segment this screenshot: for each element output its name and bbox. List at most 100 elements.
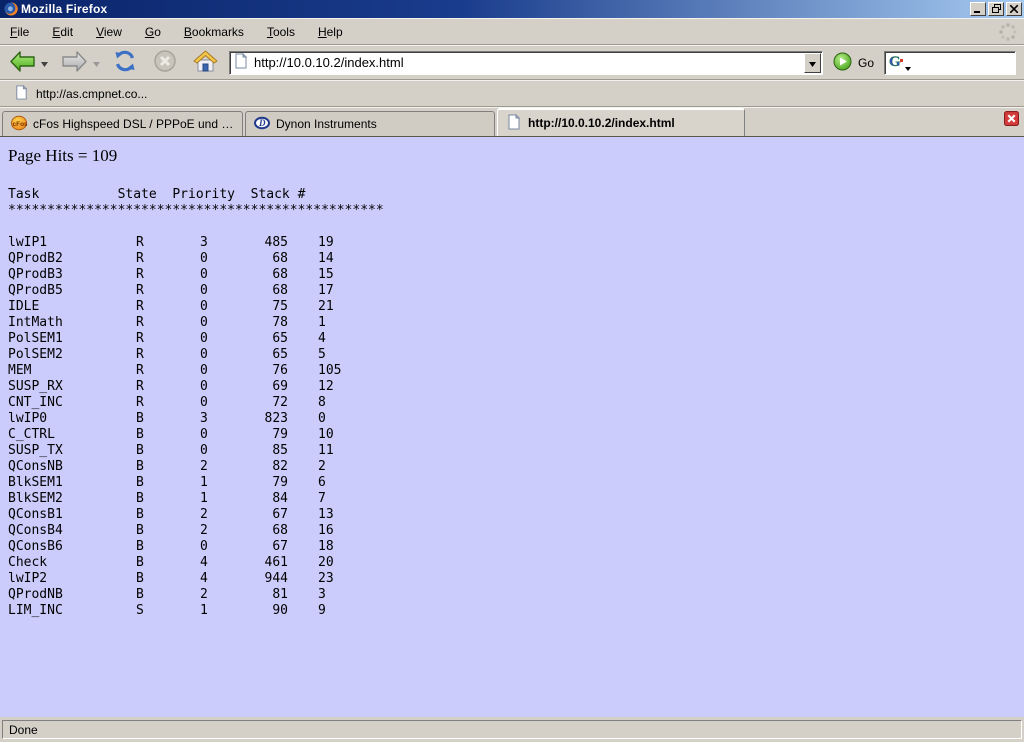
- page-content: Page Hits = 109 Task State Priority Stac…: [0, 137, 1024, 717]
- cell-state: B: [136, 427, 200, 443]
- cell-task: PolSEM1: [8, 331, 136, 347]
- cell-state: R: [136, 315, 200, 331]
- cell-state: R: [136, 331, 200, 347]
- menu-go[interactable]: Go: [143, 22, 163, 42]
- go-button[interactable]: Go: [833, 52, 874, 74]
- cell-priority: 0: [200, 539, 232, 555]
- menu-help[interactable]: Help: [316, 22, 345, 42]
- cell-stack: 72: [232, 395, 288, 411]
- menu-file[interactable]: File: [8, 22, 31, 42]
- table-row: CheckB446120: [8, 555, 1024, 571]
- cell-num: 2: [288, 459, 1024, 475]
- cell-priority: 0: [200, 331, 232, 347]
- cell-state: R: [136, 299, 200, 315]
- cell-state: B: [136, 555, 200, 571]
- cell-priority: 0: [200, 347, 232, 363]
- table-row: QProdB5R06817: [8, 283, 1024, 299]
- title-bar: Mozilla Firefox: [0, 0, 1024, 18]
- cell-priority: 1: [200, 475, 232, 491]
- cell-task: lwIP1: [8, 235, 136, 251]
- cell-stack: 85: [232, 443, 288, 459]
- forward-dropdown[interactable]: [91, 51, 102, 75]
- close-button[interactable]: [1006, 2, 1022, 16]
- forward-button[interactable]: [58, 47, 91, 79]
- svg-text:D: D: [258, 118, 266, 128]
- cell-stack: 68: [232, 267, 288, 283]
- cell-state: R: [136, 395, 200, 411]
- menu-items: File Edit View Go Bookmarks Tools Help: [8, 22, 364, 42]
- url-input[interactable]: http://10.0.10.2/index.html: [254, 55, 804, 70]
- reload-button[interactable]: [110, 46, 140, 79]
- table-row: C_CTRLB07910: [8, 427, 1024, 443]
- cell-priority: 0: [200, 395, 232, 411]
- cell-num: 9: [288, 603, 1024, 619]
- minimize-button[interactable]: [970, 2, 986, 16]
- cell-state: B: [136, 587, 200, 603]
- table-row: BlkSEM1B1796: [8, 475, 1024, 491]
- cell-state: R: [136, 347, 200, 363]
- url-bar[interactable]: http://10.0.10.2/index.html: [229, 51, 823, 75]
- cell-num: 15: [288, 267, 1024, 283]
- menu-tools[interactable]: Tools: [265, 22, 297, 42]
- tab-label: Dynon Instruments: [276, 117, 377, 131]
- tab-1[interactable]: cFoscFos Highspeed DSL / PPPoE und ISDN …: [2, 111, 243, 136]
- tab-bar: cFoscFos Highspeed DSL / PPPoE und ISDN …: [0, 107, 1024, 137]
- tab-label: http://10.0.10.2/index.html: [528, 116, 675, 130]
- table-row: QProdNBB2813: [8, 587, 1024, 603]
- cell-task: SUSP_RX: [8, 379, 136, 395]
- back-dropdown[interactable]: [39, 51, 50, 75]
- task-table: lwIP1R348519QProdB2R06814QProdB3R06815QP…: [8, 235, 1024, 619]
- menu-bookmarks[interactable]: Bookmarks: [182, 22, 246, 42]
- cell-state: R: [136, 235, 200, 251]
- cell-task: BlkSEM1: [8, 475, 136, 491]
- home-button[interactable]: [190, 47, 221, 78]
- bookmark-item[interactable]: http://as.cmpnet.co...: [10, 83, 151, 105]
- cfos-icon: cFos: [11, 115, 27, 134]
- url-dropdown-button[interactable]: [804, 53, 821, 73]
- tab-close-icon: [1004, 111, 1019, 129]
- menu-edit[interactable]: Edit: [50, 22, 75, 42]
- cell-state: R: [136, 251, 200, 267]
- cell-task: QConsB1: [8, 507, 136, 523]
- table-row: QConsB6B06718: [8, 539, 1024, 555]
- search-input[interactable]: [911, 54, 1015, 72]
- reload-icon: [113, 49, 137, 76]
- cell-num: 0: [288, 411, 1024, 427]
- cell-num: 11: [288, 443, 1024, 459]
- cell-priority: 4: [200, 555, 232, 571]
- cell-priority: 2: [200, 523, 232, 539]
- table-row: MEMR076105: [8, 363, 1024, 379]
- cell-priority: 1: [200, 603, 232, 619]
- menu-bar: File Edit View Go Bookmarks Tools Help: [0, 18, 1024, 45]
- status-panel: Done: [2, 720, 1022, 739]
- stop-button[interactable]: [150, 46, 180, 79]
- table-row: PolSEM1R0654: [8, 331, 1024, 347]
- search-bar[interactable]: G: [884, 51, 1016, 75]
- cell-num: 21: [288, 299, 1024, 315]
- back-icon: [9, 50, 36, 76]
- cell-task: QConsB6: [8, 539, 136, 555]
- cell-priority: 0: [200, 283, 232, 299]
- cell-priority: 0: [200, 267, 232, 283]
- cell-state: R: [136, 363, 200, 379]
- cell-state: R: [136, 379, 200, 395]
- window-title: Mozilla Firefox: [21, 2, 107, 16]
- tab-close-button[interactable]: [1004, 111, 1019, 129]
- cell-num: 3: [288, 587, 1024, 603]
- back-button[interactable]: [6, 47, 39, 79]
- throbber-icon: [998, 22, 1018, 42]
- dynon-icon: D: [254, 115, 270, 134]
- menu-view[interactable]: View: [94, 22, 124, 42]
- cell-stack: 67: [232, 507, 288, 523]
- tab-2[interactable]: D Dynon Instruments: [245, 111, 495, 136]
- restore-button[interactable]: [988, 2, 1004, 16]
- cell-priority: 0: [200, 379, 232, 395]
- tab-3[interactable]: http://10.0.10.2/index.html: [497, 108, 745, 136]
- cell-task: CNT_INC: [8, 395, 136, 411]
- cell-state: B: [136, 539, 200, 555]
- close-icon: [1010, 2, 1018, 16]
- cell-state: B: [136, 411, 200, 427]
- navigation-toolbar: http://10.0.10.2/index.html Go G: [0, 45, 1024, 80]
- cell-task: C_CTRL: [8, 427, 136, 443]
- page-hits-text: Page Hits = 109: [8, 146, 1024, 166]
